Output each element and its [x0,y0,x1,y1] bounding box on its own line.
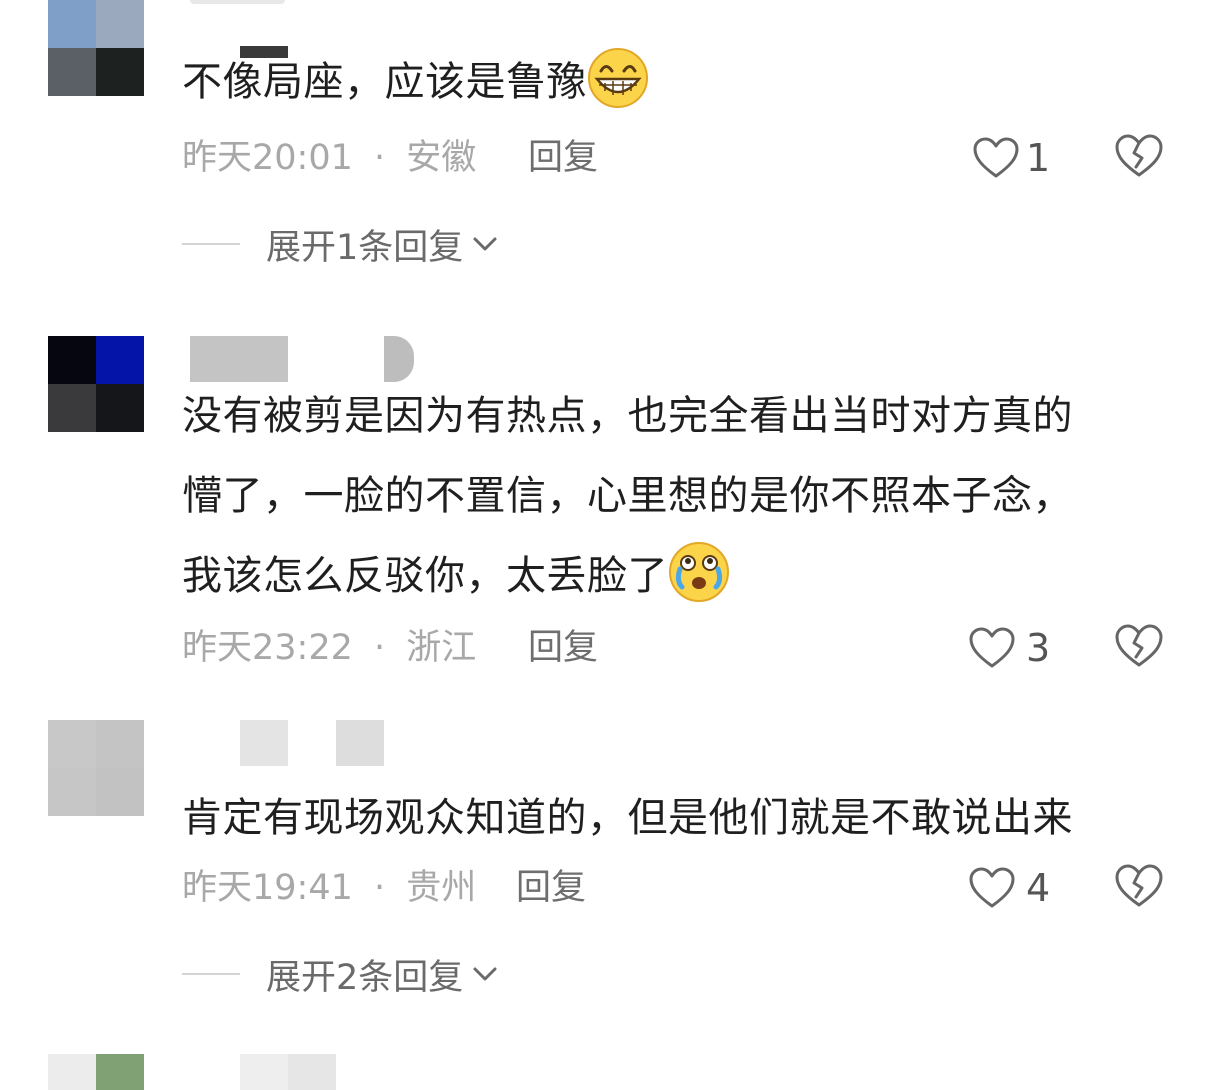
reply-button[interactable]: 回复 [528,133,598,183]
like-button[interactable]: 3 [968,623,1050,673]
comment-text-line-last: 我该怎么反驳你，太丢脸了 [182,536,1182,616]
grinning-face-icon [588,48,648,108]
comment-text-content: 不像局座，应该是鲁豫 [182,59,587,105]
dislike-button[interactable] [1114,623,1164,673]
comment-meta: 昨天23:22 · 浙江 回复 [182,623,942,673]
heart-icon [969,627,1015,668]
chevron-down-icon [473,237,497,251]
comment-location: 安徽 [406,138,477,178]
divider-line [182,973,240,975]
crying-laughing-face-icon [669,542,729,602]
broken-heart-icon [1115,624,1163,667]
comment-meta: 昨天19:41 · 贵州 回复 [182,863,942,913]
avatar[interactable] [48,0,144,96]
expand-replies-label: 展开2条回复 [266,957,464,998]
like-count: 4 [1026,866,1051,910]
chevron-down-icon [473,967,497,981]
comment-text: 不像局座，应该是鲁豫 [182,42,1182,122]
dislike-button[interactable] [1114,863,1164,913]
comment-location: 浙江 [406,628,477,668]
meta-separator: · [374,628,386,668]
like-count: 1 [1026,136,1051,180]
expand-replies-label: 展开1条回复 [266,227,464,268]
broken-heart-icon [1115,864,1163,907]
avatar[interactable] [48,720,144,816]
dislike-button[interactable] [1114,133,1164,183]
avatar[interactable] [48,336,144,432]
heart-icon [969,867,1015,908]
meta-separator: · [374,868,386,908]
comment-text: 没有被剪是因为有热点，也完全看出当时对方真的 懵了，一脸的不置信，心里想的是你不… [182,376,1182,616]
comment-time: 昨天19:41 [182,868,353,908]
like-count: 3 [1026,626,1051,670]
comment-item-partial [0,1054,1220,1090]
comment-text-line: 没有被剪是因为有热点，也完全看出当时对方真的 [182,393,1073,439]
like-button[interactable]: 1 [972,133,1050,183]
broken-heart-icon [1115,134,1163,177]
comment-location: 贵州 [406,868,477,908]
meta-separator: · [374,138,386,178]
comment-meta: 昨天20:01 · 安徽 回复 [182,133,942,183]
comment-text-content: 肯定有现场观众知道的，但是他们就是不敢说出来 [182,795,1073,841]
username-partial-top [190,0,285,4]
comment-time: 昨天20:01 [182,138,353,178]
username-masked [240,1054,336,1090]
reply-button[interactable]: 回复 [528,623,598,673]
avatar[interactable] [48,1054,144,1090]
comment-text-line: 懵了，一脸的不置信，心里想的是你不照本子念， [182,473,1073,519]
comment-text-content: 我该怎么反驳你，太丢脸了 [182,553,668,599]
like-button[interactable]: 4 [968,863,1050,913]
expand-replies-button[interactable]: 展开1条回复 [182,219,499,269]
expand-replies-button[interactable]: 展开2条回复 [182,949,499,999]
comment-time: 昨天23:22 [182,628,353,668]
heart-icon [973,137,1019,178]
divider-line [182,243,240,245]
comment-text: 肯定有现场观众知道的，但是他们就是不敢说出来 [182,778,1182,858]
reply-button[interactable]: 回复 [516,863,586,913]
